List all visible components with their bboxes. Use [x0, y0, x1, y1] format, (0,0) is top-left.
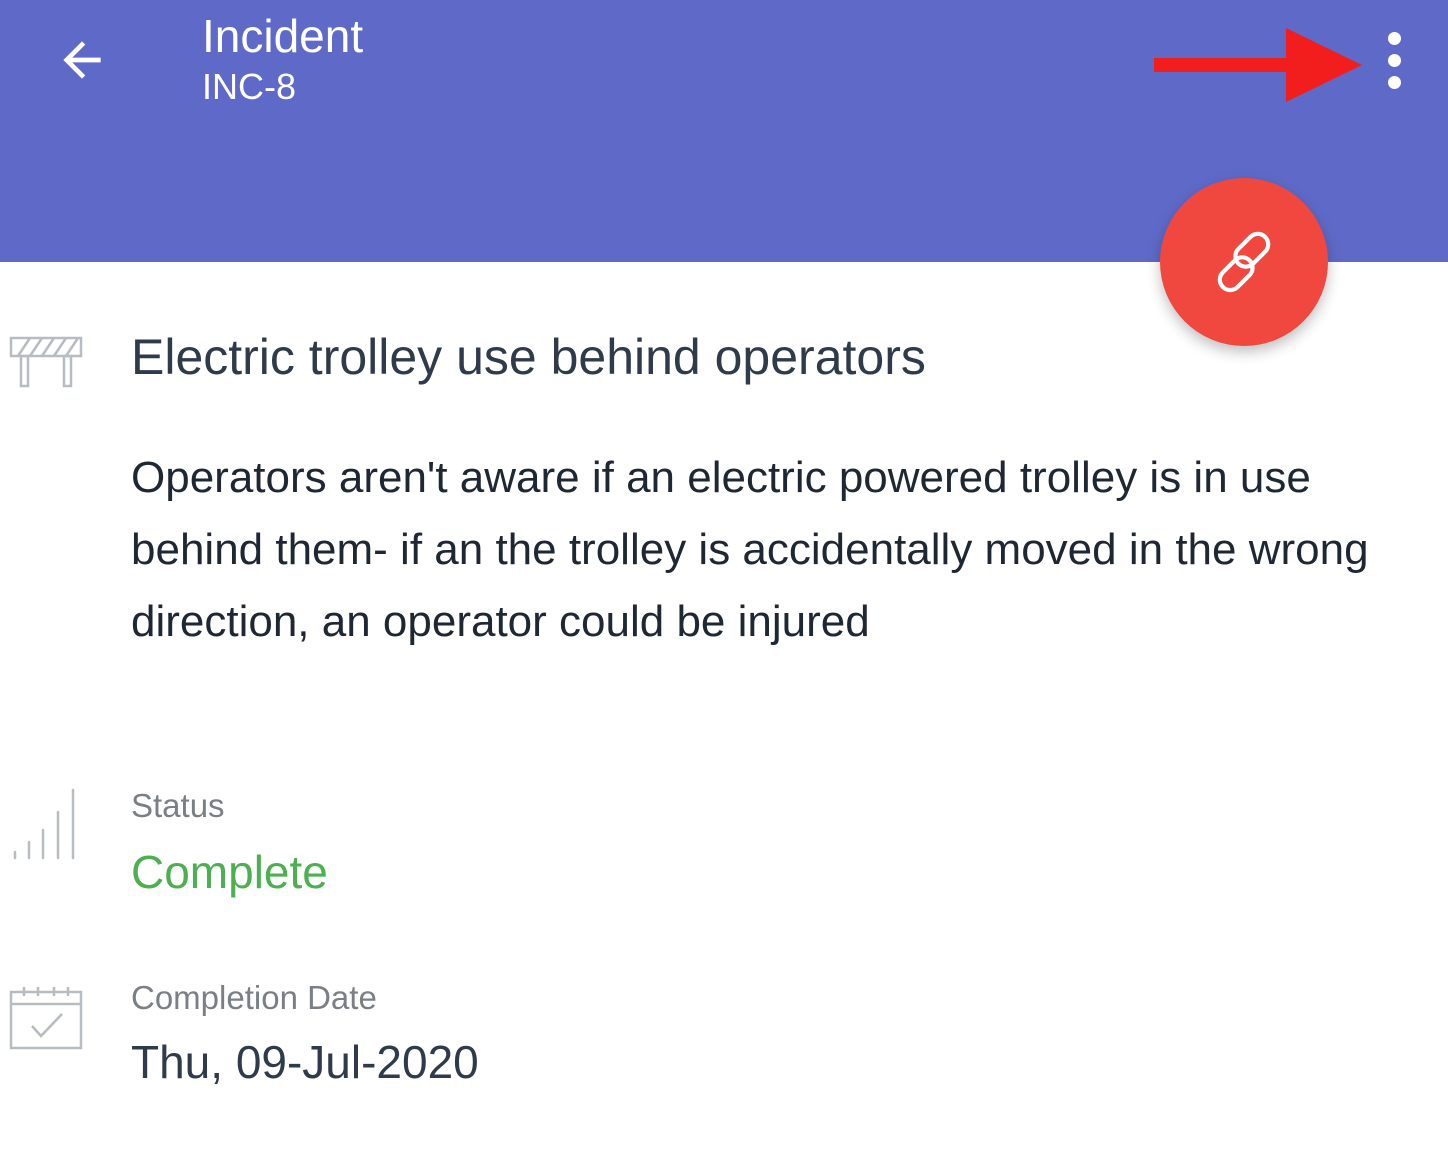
back-button[interactable]: [44, 22, 120, 98]
completion-date-label: Completion Date: [131, 979, 377, 1016]
link-icon: [1217, 231, 1271, 293]
calendar-check-icon: [9, 987, 83, 1050]
incident-id: INC-8: [202, 66, 297, 107]
signal-bars-icon: [13, 788, 75, 860]
red-arrow-annotation: [1154, 28, 1362, 102]
link-fab-button[interactable]: [1160, 178, 1328, 346]
page-title: Incident: [202, 10, 364, 62]
barrier-icon: [9, 336, 83, 388]
completion-date-value: Thu, 09-Jul-2020: [131, 1036, 479, 1088]
more-vertical-icon: [1387, 31, 1401, 45]
status-label: Status: [131, 787, 225, 824]
more-vertical-dot: [1387, 53, 1401, 67]
arrow-left-icon: [63, 41, 101, 79]
incident-description: Operators aren't aware if an electric po…: [131, 453, 1369, 646]
more-vertical-dot: [1387, 75, 1401, 89]
status-value: Complete: [131, 846, 328, 898]
more-options-button[interactable]: [1366, 28, 1422, 92]
title-block: Incident INC-8: [202, 8, 363, 110]
incident-title: Electric trolley use behind operators: [131, 329, 926, 385]
